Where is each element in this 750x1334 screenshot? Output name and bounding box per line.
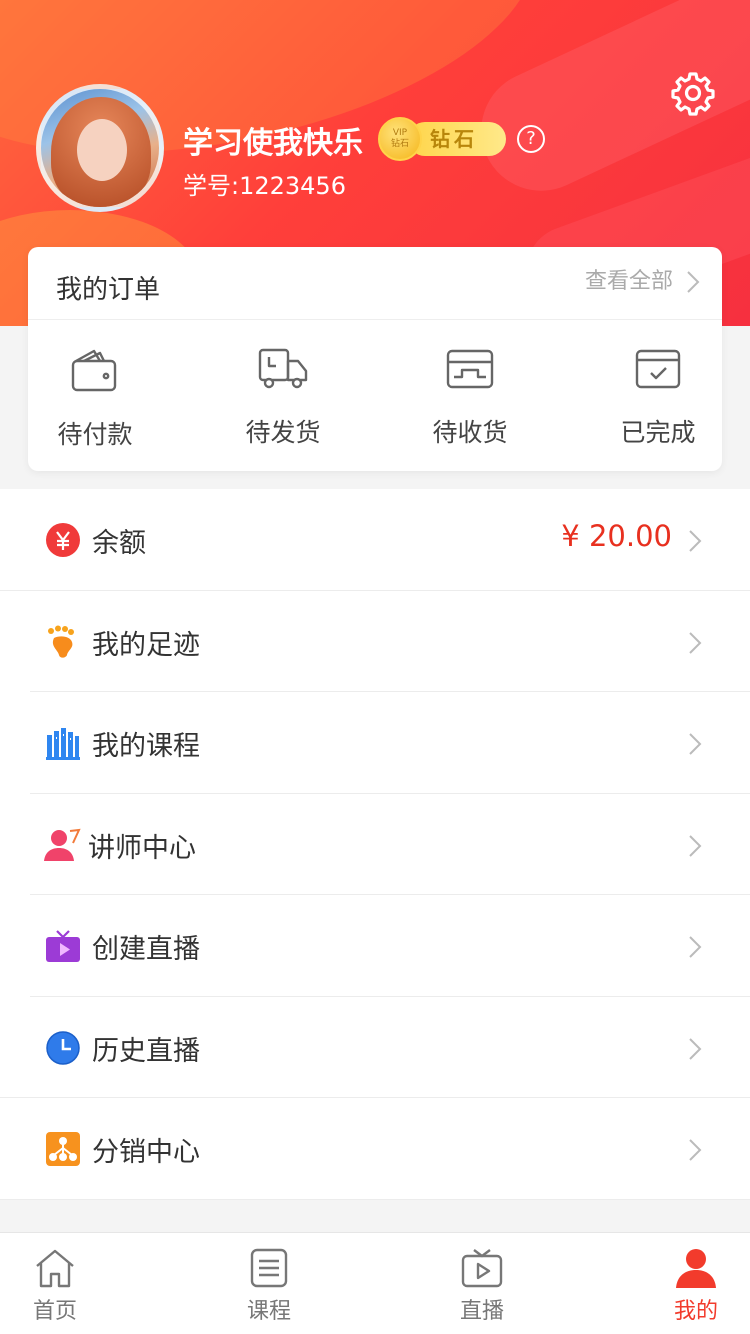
chevron-right-icon bbox=[689, 1139, 702, 1161]
chevron-right-icon bbox=[689, 631, 702, 654]
tv-icon bbox=[46, 930, 80, 962]
menu-item-distribution-center[interactable]: 分销中心 bbox=[0, 1098, 750, 1200]
menu-item-live-history[interactable]: 历史直播 bbox=[0, 997, 750, 1098]
live-icon bbox=[461, 1249, 503, 1288]
chevron-right-icon bbox=[689, 733, 702, 755]
help-icon[interactable]: ? bbox=[517, 125, 545, 153]
tab-home[interactable]: 首页 bbox=[0, 1247, 110, 1325]
gear-icon[interactable] bbox=[670, 70, 716, 116]
distribution-icon bbox=[46, 1132, 80, 1166]
completed-box-icon bbox=[635, 349, 681, 389]
menu-item-label: 历史直播 bbox=[92, 1035, 200, 1067]
menu-item-label: 我的课程 bbox=[92, 731, 200, 762]
menu-item-label: 余额 bbox=[92, 528, 146, 559]
menu-list: 余额 ¥ 20.00 我的足迹 我的课程 讲师中心 创建直播 历史直播 分销中心 bbox=[0, 489, 750, 1200]
view-all-orders-link[interactable]: 查看全部 bbox=[585, 263, 700, 295]
tab-label: 首页 bbox=[32, 1299, 77, 1324]
menu-item-label: 我的足迹 bbox=[92, 629, 200, 661]
order-pending-shipment[interactable]: 待发货 bbox=[218, 347, 348, 449]
yuan-icon bbox=[46, 523, 80, 557]
truck-icon bbox=[258, 348, 308, 389]
tab-label: 课程 bbox=[246, 1299, 291, 1324]
tab-label: 直播 bbox=[459, 1299, 504, 1324]
tab-mine[interactable]: 我的 bbox=[641, 1247, 750, 1325]
avatar[interactable] bbox=[36, 84, 164, 212]
course-icon bbox=[250, 1248, 288, 1288]
username: 学习使我快乐 bbox=[183, 126, 363, 161]
wallet-icon bbox=[71, 349, 117, 392]
order-status-label: 待发货 bbox=[245, 418, 321, 447]
orders-card: 我的订单 查看全部 待付款 待发货 待收货 已完成 bbox=[28, 247, 722, 471]
tab-bar: 首页 课程 直播 我的 bbox=[0, 1232, 750, 1334]
divider bbox=[28, 319, 722, 320]
vip-badge[interactable]: 钻石 VIP 钻石 bbox=[378, 117, 508, 161]
order-pending-payment[interactable]: 待付款 bbox=[30, 347, 160, 451]
chevron-right-icon bbox=[689, 936, 702, 958]
vip-level-label: 钻石 bbox=[408, 122, 506, 156]
student-id: 学号:1223456 bbox=[183, 172, 346, 200]
order-status-label: 已完成 bbox=[620, 418, 696, 447]
user-icon bbox=[676, 1249, 716, 1288]
order-status-label: 待收货 bbox=[432, 418, 508, 447]
books-icon bbox=[46, 728, 80, 760]
menu-item-footprint[interactable]: 我的足迹 bbox=[0, 591, 750, 692]
order-status-label: 待付款 bbox=[57, 420, 133, 449]
view-all-label: 查看全部 bbox=[584, 269, 673, 294]
chevron-right-icon bbox=[687, 271, 700, 293]
tab-courses[interactable]: 课程 bbox=[214, 1247, 324, 1325]
tab-label: 我的 bbox=[673, 1299, 718, 1324]
clock-icon bbox=[46, 1030, 80, 1065]
chevron-right-icon bbox=[689, 1037, 702, 1060]
vip-coin-icon: VIP 钻石 bbox=[378, 117, 422, 161]
balance-value: ¥ 20.00 bbox=[561, 519, 672, 553]
menu-item-create-live[interactable]: 创建直播 bbox=[0, 895, 750, 997]
footprint-icon bbox=[48, 625, 74, 658]
menu-item-balance[interactable]: 余额 ¥ 20.00 bbox=[0, 489, 750, 591]
chevron-right-icon bbox=[689, 834, 702, 857]
menu-item-my-courses[interactable]: 我的课程 bbox=[0, 692, 750, 794]
menu-item-teacher-center[interactable]: 讲师中心 bbox=[0, 794, 750, 895]
order-completed[interactable]: 已完成 bbox=[593, 347, 723, 449]
menu-item-label: 分销中心 bbox=[92, 1137, 200, 1168]
divider bbox=[0, 1198, 750, 1200]
chevron-right-icon bbox=[689, 530, 702, 552]
teacher-icon bbox=[44, 828, 81, 861]
home-icon bbox=[36, 1249, 74, 1288]
orders-title: 我的订单 bbox=[56, 275, 161, 305]
menu-item-label: 创建直播 bbox=[92, 934, 200, 965]
menu-item-label: 讲师中心 bbox=[88, 832, 196, 864]
order-pending-receipt[interactable]: 待收货 bbox=[405, 347, 535, 449]
tab-live[interactable]: 直播 bbox=[427, 1247, 537, 1325]
inbox-icon bbox=[446, 349, 494, 389]
